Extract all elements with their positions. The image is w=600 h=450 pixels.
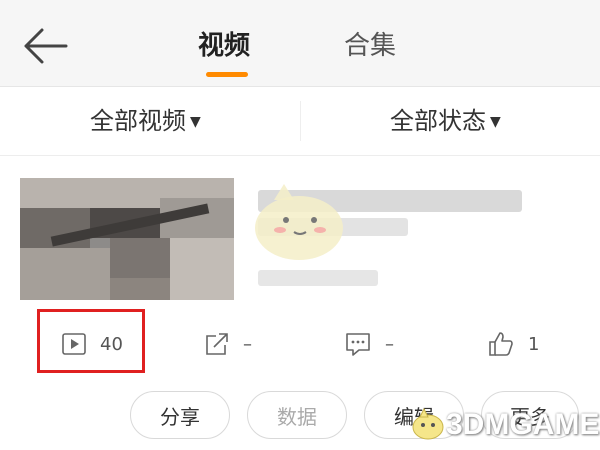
- comment-icon: [346, 333, 370, 356]
- share-count[interactable]: –: [205, 326, 252, 362]
- thumbnail-pixel: [170, 238, 234, 300]
- back-arrow-icon[interactable]: [22, 26, 70, 66]
- share-button[interactable]: 分享: [130, 391, 230, 439]
- active-tab-indicator: [206, 72, 248, 77]
- tab-video[interactable]: 视频: [198, 26, 250, 66]
- status-filter-dropdown[interactable]: 全部状态 ▼: [390, 101, 501, 142]
- top-bar: 视频 合集: [0, 0, 600, 87]
- comment-count-value: –: [385, 333, 394, 355]
- thumbs-up-icon: [489, 332, 513, 356]
- filter-divider: [300, 101, 301, 141]
- share-count-value: –: [243, 333, 252, 355]
- thumbnail-pixel: [20, 248, 110, 300]
- more-button[interactable]: 更多: [481, 391, 579, 439]
- caret-down-icon: ▼: [490, 114, 501, 130]
- video-meta-blurred: [258, 270, 378, 286]
- like-count-value: 1: [528, 333, 540, 355]
- edit-button[interactable]: 编辑: [364, 391, 464, 439]
- highlight-annotation: [37, 309, 145, 373]
- data-button[interactable]: 数据: [247, 391, 347, 439]
- caret-down-icon: ▼: [190, 114, 201, 130]
- filter-bar: 全部视频 ▼ 全部状态 ▼: [0, 87, 600, 156]
- like-count[interactable]: 1: [488, 326, 539, 362]
- video-filter-dropdown[interactable]: 全部视频 ▼: [90, 101, 201, 142]
- status-filter-label: 全部状态: [390, 107, 486, 135]
- video-filter-label: 全部视频: [90, 107, 186, 135]
- video-thumbnail[interactable]: [20, 178, 234, 300]
- tab-collection[interactable]: 合集: [344, 26, 396, 66]
- thumbnail-pixel: [110, 238, 170, 278]
- comment-count[interactable]: –: [345, 326, 394, 362]
- share-out-icon: [206, 333, 228, 355]
- mascot-watermark-icon: [255, 184, 343, 260]
- thumbnail-pixel: [110, 278, 170, 300]
